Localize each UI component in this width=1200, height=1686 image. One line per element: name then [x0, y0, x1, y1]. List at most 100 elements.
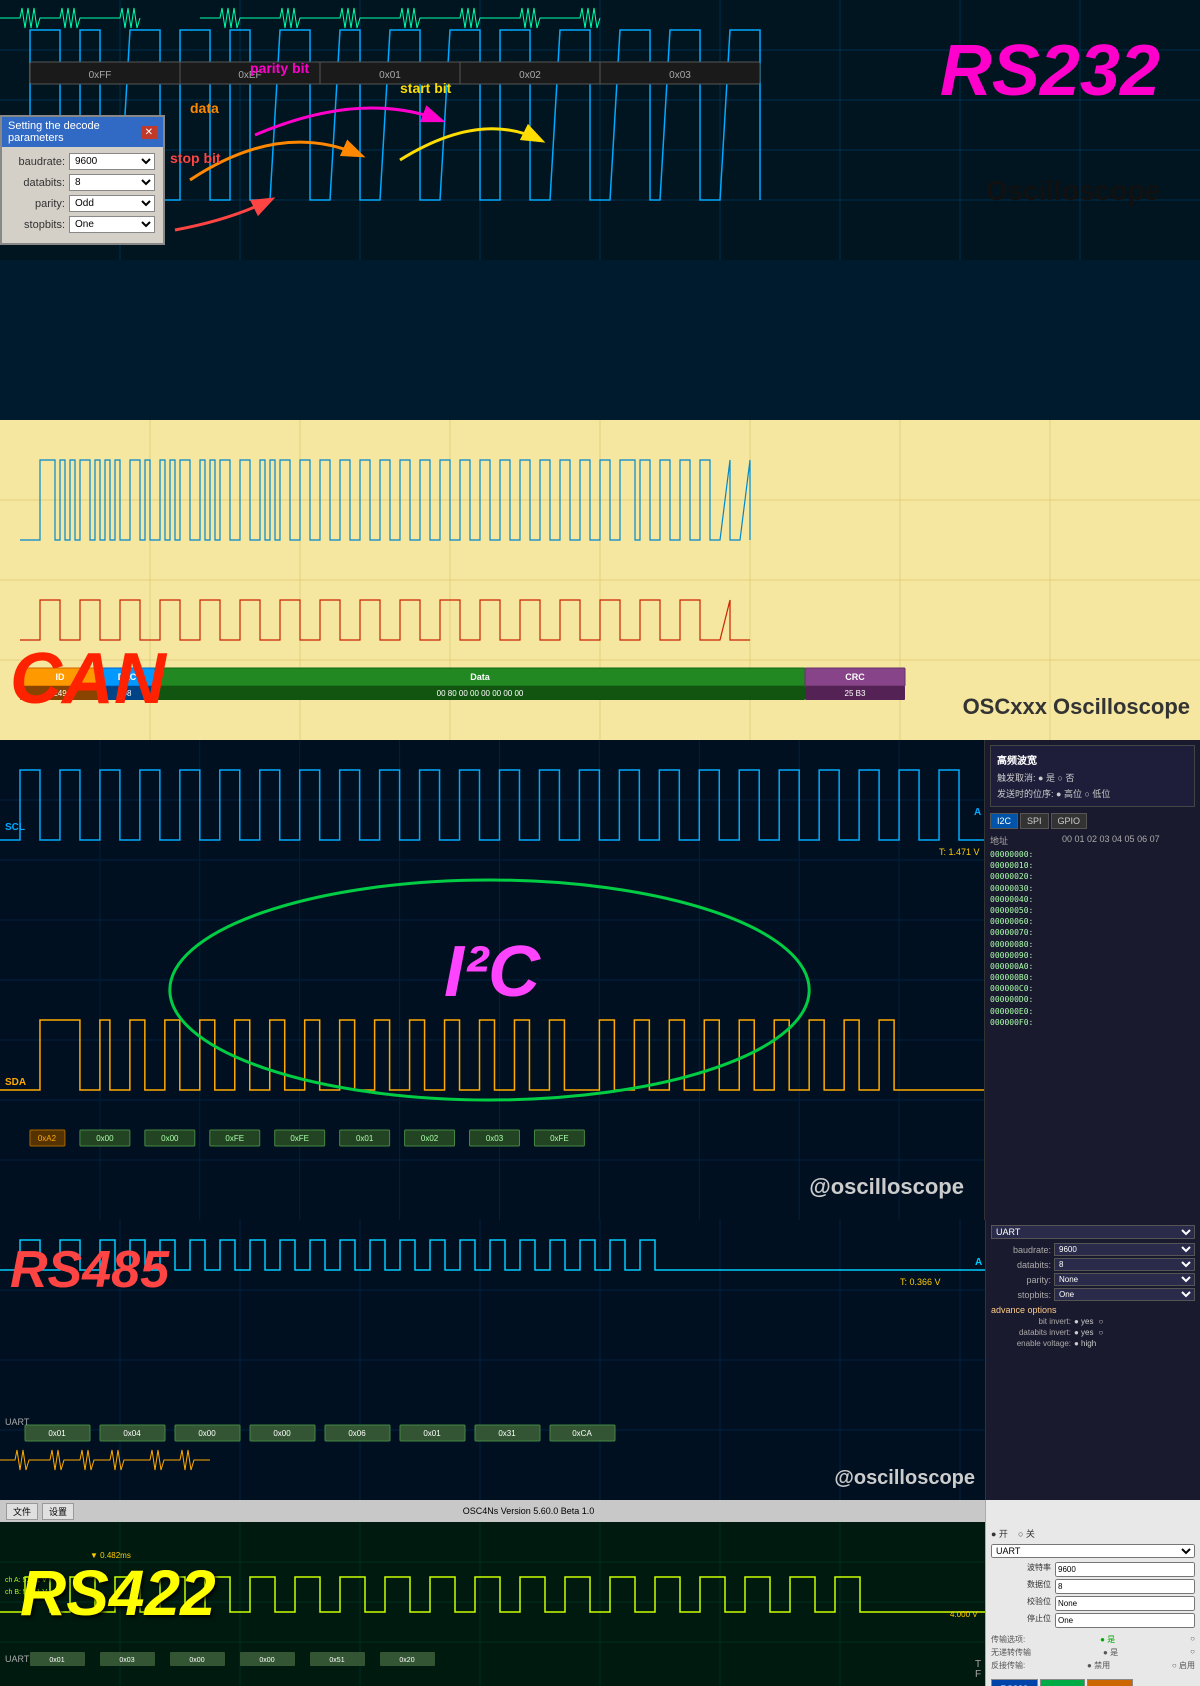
i2c-data-table: 00000000: 00000010: 00000020: 00000030: …: [990, 849, 1195, 1028]
settings-menu-button[interactable]: 设置: [42, 1503, 74, 1520]
svg-text:25 B3: 25 B3: [845, 689, 866, 698]
baudrate-row: baudrate: 9600115200: [10, 153, 155, 170]
rs485-baudrate-select[interactable]: 9600: [1054, 1243, 1195, 1256]
svg-text:0x04: 0x04: [123, 1429, 141, 1438]
decode-dialog: Setting the decode parameters ✕ baudrate…: [0, 115, 165, 245]
proto-buttons: RS232COMM RS422 RS485: [991, 1679, 1195, 1686]
svg-text:0x03: 0x03: [669, 70, 691, 81]
svg-text:0xFE: 0xFE: [550, 1134, 569, 1143]
svg-text:0x01: 0x01: [49, 1657, 64, 1664]
decode-dialog-title-text: Setting the decode parameters: [8, 120, 141, 144]
rs485-stopbits-label: stopbits:: [991, 1290, 1051, 1300]
rs422-stopbits-label: 停止位: [991, 1613, 1051, 1628]
rs422-parity-input[interactable]: [1055, 1596, 1195, 1611]
svg-text:SDA: SDA: [5, 1077, 26, 1088]
stopbits-row: stopbits: OneTwo: [10, 216, 155, 233]
data-row-2: 00000020:: [990, 871, 1195, 882]
i2c-sidebar: 高频波宽 触发取消: ● 是 ○ 否 发送时的位序: ● 高位 ○ 低位 I2C…: [985, 740, 1200, 1220]
decode-dialog-close[interactable]: ✕: [141, 126, 157, 139]
svg-text:0x00: 0x00: [259, 1657, 274, 1664]
tab-i2c[interactable]: I2C: [990, 813, 1018, 829]
annotation-startbit: start bit: [400, 80, 451, 96]
i2c-section: T: 1.471 V A 0xA2 0x00 0x00 0xFE 0xFE 0x…: [0, 740, 1200, 1220]
decode-form: baudrate: 9600115200 databits: 87 parity…: [2, 147, 163, 243]
svg-text:UART: UART: [5, 1417, 30, 1427]
svg-text:0xA2: 0xA2: [38, 1134, 57, 1143]
svg-text:0x00: 0x00: [198, 1429, 216, 1438]
data-row-6: 00000060:: [990, 916, 1195, 927]
rs485-voltage-options: ● high: [1074, 1339, 1096, 1348]
databits-select[interactable]: 87: [69, 174, 155, 191]
svg-text:0x01: 0x01: [423, 1429, 441, 1438]
rs485-stopbits-select[interactable]: One: [1054, 1288, 1195, 1301]
svg-text:0x01: 0x01: [48, 1429, 66, 1438]
i2c-sidebar-tabs: I2C SPI GPIO: [990, 813, 1195, 829]
rs485-databits-invert-label: databits invert:: [991, 1328, 1071, 1337]
rs485-databits-select[interactable]: 8: [1054, 1258, 1195, 1271]
svg-text:0x20: 0x20: [399, 1657, 414, 1664]
i2c-col-header: 地址 00 01 02 03 04 05 06 07: [990, 834, 1195, 847]
parity-row: parity: OddEvenNone: [10, 195, 155, 212]
tab-gpio[interactable]: GPIO: [1051, 813, 1088, 829]
svg-text:CRC: CRC: [845, 672, 865, 682]
svg-text:0x00: 0x00: [161, 1134, 179, 1143]
svg-text:00 80 00 00 00 00 00 00: 00 80 00 00 00 00 00 00: [437, 689, 524, 698]
stopbits-select[interactable]: OneTwo: [69, 216, 155, 233]
tab-spi[interactable]: SPI: [1020, 813, 1049, 829]
svg-text:0xFE: 0xFE: [290, 1134, 309, 1143]
rs485-title: RS485: [10, 1240, 169, 1300]
svg-text:0x01: 0x01: [379, 70, 401, 81]
rs422-opt-1: 传输选项: ● 是 ○: [991, 1634, 1195, 1645]
rs485-bitinvert-options: ● yes ○: [1074, 1317, 1103, 1326]
svg-text:SCL: SCL: [5, 822, 25, 833]
rs422-baudrate-input[interactable]: [1055, 1562, 1195, 1577]
svg-text:0x02: 0x02: [421, 1134, 439, 1143]
proto-btn-rs485[interactable]: RS485: [1087, 1679, 1133, 1686]
data-row-5: 00000050:: [990, 905, 1195, 916]
proto-btn-rs422[interactable]: RS422: [1040, 1679, 1086, 1686]
svg-text:4.000 V: 4.000 V: [950, 1610, 978, 1619]
svg-text:T: 1.471 V: T: 1.471 V: [939, 847, 979, 857]
rs485-baudrate-label: baudrate:: [991, 1245, 1051, 1255]
data-row-8: 00000080:: [990, 939, 1195, 950]
svg-text:0x02: 0x02: [519, 70, 541, 81]
svg-text:0x03: 0x03: [119, 1657, 134, 1664]
rs422-databits-input[interactable]: [1055, 1579, 1195, 1594]
proto-btn-rs232[interactable]: RS232COMM: [991, 1679, 1038, 1686]
rs422-stopbits-input[interactable]: [1055, 1613, 1195, 1628]
parity-label: parity:: [10, 198, 65, 210]
data-row-d: 000000D0:: [990, 994, 1195, 1005]
rs422-options: 传输选项: ● 是 ○ 无递转传输 ● 是 ○ 反接传输: ● 禁用 ○ 启用: [991, 1634, 1195, 1671]
svg-text:0x51: 0x51: [329, 1657, 344, 1664]
svg-text:0x01: 0x01: [356, 1134, 374, 1143]
hf-options: 触发取消: ● 是 ○ 否: [997, 771, 1188, 784]
rs485-protocol-select[interactable]: UART: [991, 1225, 1195, 1239]
svg-text:F: F: [975, 1669, 981, 1680]
data-row-b: 000000B0:: [990, 972, 1195, 983]
annotation-parity: parity bit: [250, 60, 309, 76]
rs485-parity-select[interactable]: None: [1054, 1273, 1195, 1286]
rs422-databits-label: 数据位: [991, 1579, 1051, 1594]
data-row-f: 000000F0:: [990, 1017, 1195, 1028]
rs422-sidebar: ● 开 ○ 关 UART 波特率 数据位 校验位 停止位 传输选项: ● 是: [985, 1500, 1200, 1686]
rs422-protocol-select[interactable]: UART: [991, 1544, 1195, 1558]
annotation-data: data: [190, 100, 219, 116]
rs422-main: ▼ 0.482ms 4.000 V UART 0x01 0x03 0x00 0x…: [0, 1500, 985, 1686]
databits-row: databits: 87: [10, 174, 155, 191]
data-row-e: 000000E0:: [990, 1006, 1195, 1017]
can-title: CAN: [10, 638, 166, 720]
rs232-title: RS232: [940, 30, 1160, 112]
rs485-section: T: 0.366 V A 0x01 0x04 0x00 0x00 0x06 0x…: [0, 1220, 1200, 1500]
data-row-0: 00000000:: [990, 849, 1195, 860]
rs485-parity-label: parity:: [991, 1275, 1051, 1285]
parity-select[interactable]: OddEvenNone: [69, 195, 155, 212]
rs485-oscilloscope-label: @oscilloscope: [834, 1467, 975, 1490]
rs485-main: T: 0.366 V A 0x01 0x04 0x00 0x00 0x06 0x…: [0, 1220, 985, 1500]
svg-text:0x06: 0x06: [348, 1429, 366, 1438]
rs422-section: 文件 设置 OSC4Ns Version 5.60.0 Beta 1.0 ▼ 0…: [0, 1500, 1200, 1686]
baudrate-select[interactable]: 9600115200: [69, 153, 155, 170]
svg-text:UART: UART: [5, 1654, 30, 1664]
i2c-hf-widget: 高频波宽 触发取消: ● 是 ○ 否 发送时的位序: ● 高位 ○ 低位: [990, 745, 1195, 807]
svg-text:T: T: [975, 1659, 981, 1670]
file-menu-button[interactable]: 文件: [6, 1503, 38, 1520]
